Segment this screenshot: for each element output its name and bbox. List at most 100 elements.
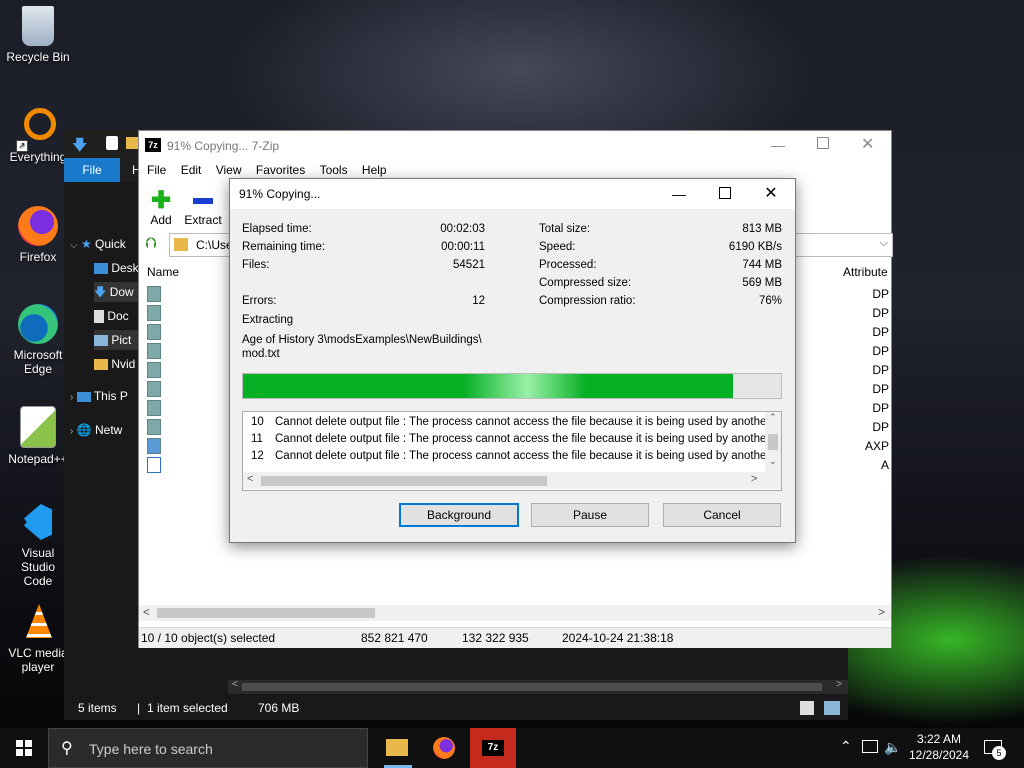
taskbar-7zip[interactable]: 7z (470, 728, 516, 768)
menu-file[interactable]: File (147, 163, 166, 177)
file-icon[interactable] (147, 305, 161, 321)
item-count: 5 items (78, 701, 117, 715)
pause-button[interactable]: Pause (531, 503, 649, 527)
checkbox-icon (106, 136, 118, 150)
file-icon[interactable] (147, 438, 161, 454)
nav-documents[interactable]: Doc (94, 306, 129, 326)
selection-size: 852 821 470 (361, 631, 428, 645)
menu-tools[interactable]: Tools (320, 163, 348, 177)
close-icon[interactable]: ✕ (861, 134, 874, 154)
taskbar: ⚲ Type here to search 7z ⌃ 🔈 3:22 AM 12/… (0, 728, 1024, 768)
value-compressed-size: 569 MB (742, 277, 782, 289)
nav-pictures[interactable]: Pict (94, 330, 140, 350)
chevron-up-icon[interactable]: ⌃ (840, 738, 852, 755)
nav-this-pc[interactable]: › This P (70, 386, 128, 406)
extract-button[interactable]: Extract (183, 189, 223, 227)
background-button[interactable]: Background (399, 503, 519, 527)
desktop-icon-vlc[interactable]: VLC media player (4, 602, 72, 674)
desktop-icon-vscode[interactable]: Visual Studio Code (4, 502, 72, 588)
attribute-cell: A (880, 458, 889, 472)
attribute-cell: DP (872, 420, 889, 434)
download-arrow-icon: 🡇 (72, 137, 88, 154)
start-button[interactable] (16, 740, 32, 756)
desktop-icon-notepadpp[interactable]: Notepad++ (4, 406, 72, 466)
details-view-icon[interactable] (800, 701, 814, 715)
error-log-list[interactable]: 10 Cannot delete output file : The proces… (242, 411, 782, 491)
taskbar-clock[interactable]: 3:22 AM 12/28/2024 (908, 732, 970, 762)
log-hscrollbar[interactable]: < > (243, 472, 781, 489)
taskbar-search-box[interactable]: ⚲ Type here to search (48, 728, 368, 768)
menu-help[interactable]: Help (362, 163, 387, 177)
file-icon[interactable] (147, 343, 161, 359)
menu-view[interactable]: View (216, 163, 242, 177)
chevron-down-icon[interactable]: ⌵ (880, 237, 888, 250)
menu-edit[interactable]: Edit (181, 163, 202, 177)
scroll-down-icon[interactable]: ⌄ (769, 456, 777, 467)
desktop-icon-everything[interactable]: ↗ Everything (4, 106, 72, 164)
scroll-right-icon[interactable]: > (751, 473, 757, 485)
desktop-icon-label: Visual Studio Code (20, 546, 56, 588)
file-icon[interactable] (147, 400, 161, 416)
log-row: 12 Cannot delete output file : The proces… (251, 450, 782, 462)
file-icon[interactable] (147, 286, 161, 302)
desktop-icon-firefox[interactable]: Firefox (4, 206, 72, 264)
close-icon[interactable]: ✕ (748, 179, 794, 209)
scroll-left-icon[interactable]: < (143, 605, 150, 619)
text-file-icon[interactable] (147, 457, 161, 473)
volume-muted-icon[interactable]: 🔈 (884, 739, 901, 756)
scroll-right-icon[interactable]: > (836, 679, 842, 690)
file-list-hscrollbar[interactable]: < > (139, 605, 891, 621)
file-icon[interactable] (147, 362, 161, 378)
desktop-icon-edge[interactable]: Microsoft Edge (4, 304, 72, 376)
log-row: 10 Cannot delete output file : The proces… (251, 416, 782, 428)
chevron-right-icon: › (70, 426, 74, 437)
file-tab[interactable]: File (64, 158, 120, 182)
nav-quick-access[interactable]: ⌵ ★ Quick (70, 234, 126, 254)
file-icon[interactable] (147, 324, 161, 340)
add-button[interactable]: ✚ Add (141, 189, 181, 228)
network-icon[interactable] (862, 740, 878, 753)
label-total-size: Total size: (539, 223, 591, 235)
explorer-hscrollbar[interactable]: < > (228, 679, 848, 694)
file-icon[interactable] (147, 419, 161, 435)
maximize-icon[interactable] (702, 179, 748, 209)
nav-network[interactable]: › 🌐 Netw (70, 420, 122, 440)
taskbar-firefox[interactable] (424, 728, 464, 768)
cancel-button[interactable]: Cancel (663, 503, 781, 527)
firefox-icon (18, 206, 58, 246)
notification-center-button[interactable]: 5 (984, 738, 1006, 760)
scroll-thumb[interactable] (242, 683, 822, 691)
nav-nvidia[interactable]: Nvid (94, 354, 135, 374)
log-vscrollbar[interactable]: ⌃ ⌄ (765, 412, 781, 472)
notification-badge: 5 (992, 746, 1006, 760)
tiles-view-icon[interactable] (824, 701, 840, 715)
taskbar-file-explorer[interactable] (378, 728, 418, 768)
column-name[interactable]: Name (147, 265, 179, 279)
label-compressed-size: Compressed size: (539, 277, 632, 289)
maximize-icon[interactable] (817, 137, 829, 149)
scroll-left-icon[interactable]: < (232, 679, 238, 690)
minimize-icon[interactable]: — (656, 179, 702, 209)
desktop-icon-label: Notepad++ (8, 452, 68, 466)
scroll-left-icon[interactable]: < (247, 473, 253, 485)
file-icon[interactable] (147, 381, 161, 397)
search-placeholder: Type here to search (89, 741, 213, 757)
selection-modified: 2024-10-24 21:38:18 (562, 631, 674, 645)
up-folder-icon[interactable]: ⮉ (145, 235, 156, 252)
search-icon: ⚲ (61, 740, 73, 757)
menu-favorites[interactable]: Favorites (256, 163, 305, 177)
computer-icon (76, 391, 91, 402)
desktop-icon-recycle-bin[interactable]: Recycle Bin (4, 6, 72, 64)
nav-desktop[interactable]: Desk (94, 258, 139, 278)
column-attributes[interactable]: Attribute (843, 265, 888, 279)
scroll-right-icon[interactable]: > (878, 605, 885, 619)
scroll-thumb[interactable] (157, 608, 375, 618)
scroll-up-icon[interactable]: ⌃ (769, 412, 777, 423)
copy-progress-dialog: 91% Copying... — ✕ Elapsed time: 00:02:0… (229, 178, 796, 543)
attribute-cell: DP (872, 363, 889, 377)
clock-date: 12/28/2024 (908, 748, 970, 762)
nav-downloads[interactable]: 🡇 Dow (94, 282, 140, 302)
minimize-icon[interactable]: — (771, 137, 785, 153)
scroll-thumb[interactable] (261, 476, 547, 486)
scroll-thumb[interactable] (768, 434, 778, 450)
